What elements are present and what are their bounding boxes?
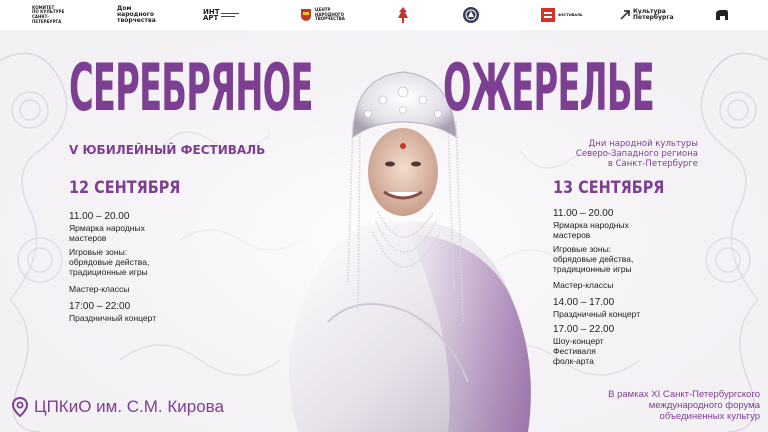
int-art-logo: ИНТ АРТ: [203, 6, 240, 24]
festival-subtitle: V ЮБИЛЕЙНЫЙ ФЕСТИВАЛЬ: [69, 143, 266, 157]
day1-date: 12 СЕНТЯБРЯ: [69, 178, 181, 198]
schedule-item: Мастер-классы: [69, 284, 130, 294]
red-square-icon: [541, 8, 555, 22]
round-emblem-logo: [462, 6, 480, 24]
forum-note: В рамках XI Санкт-Петербургского междуна…: [560, 389, 760, 422]
schedule-item: 11.00 – 20.00 Ярмарка народных мастеров: [69, 211, 145, 243]
title-left: СЕРЕБРЯНОЕ: [69, 50, 314, 127]
tagline: Дни народной культуры Северо-Западного р…: [508, 139, 698, 169]
venue: ЦПКиО им. С.М. Кирова: [12, 397, 224, 417]
schedule-item: Игровые зоны: обрядовые действа, традици…: [553, 244, 634, 274]
forum-line-3: объединенных культур: [659, 411, 760, 422]
day2-date: 13 СЕНТЯБРЯ: [553, 178, 665, 198]
tagline-line-1: Дни народной культуры: [588, 139, 698, 149]
tagline-line-3: в Санкт-Петербурге: [607, 159, 698, 169]
arrow-mark-icon: [620, 10, 630, 20]
committee-culture-logo: КОМИТЕТ ПО КУЛЬТУРЕ САНКТ- ПЕТЕРБУРГА: [32, 4, 65, 24]
forum-line-1: В рамках XI Санкт-Петербургского: [608, 389, 760, 400]
partner-logo-strip: КОМИТЕТ ПО КУЛЬТУРЕ САНКТ- ПЕТЕРБУРГА До…: [0, 0, 768, 30]
schedule-item: Мастер-классы: [553, 280, 614, 290]
round-emblem-icon: [463, 7, 479, 23]
venue-name: ЦПКиО им. С.М. Кирова: [34, 397, 224, 416]
folk-ornament-logo: [397, 6, 409, 24]
forum-line-2: международного форума: [648, 400, 760, 411]
schedule-item: 17.00 – 22.00 Шоу-концерт Фестиваля фолк…: [553, 324, 615, 366]
regional-center-logo: ЦЕНТР НАРОДНОГО ТВОРЧЕСТВА: [300, 6, 345, 24]
dom-narodnogo-tvorchestva-logo: Дом народного творчества: [117, 5, 156, 24]
animal-emblem-icon: [716, 10, 728, 20]
kultura-peterburga-logo: Культура Петербурга: [620, 6, 674, 24]
folk-figure-icon: [398, 7, 408, 23]
tagline-line-2: Северо-Западного региона: [575, 149, 698, 159]
title-right: ОЖЕРЕЛЬЕ: [443, 50, 655, 127]
schedule-item: Игровые зоны: обрядовые действа, традици…: [69, 247, 150, 277]
int-art-mark-icon: [220, 13, 239, 17]
animal-emblem-logo: [714, 6, 730, 24]
schedule-item: 11.00 – 20.00 Ярмарка народных мастеров: [553, 208, 629, 240]
red-square-logo: ФЕСТИВАЛЬ: [541, 6, 583, 24]
location-pin-icon: [12, 397, 28, 417]
coat-of-arms-icon: [301, 9, 311, 21]
schedule-item: 14.00 – 17.00 Праздничный концерт: [553, 297, 641, 319]
schedule-item: 17:00 – 22:00 Праздничный концерт: [69, 301, 157, 323]
festival-poster: КОМИТЕТ ПО КУЛЬТУРЕ САНКТ- ПЕТЕРБУРГА До…: [0, 0, 768, 432]
